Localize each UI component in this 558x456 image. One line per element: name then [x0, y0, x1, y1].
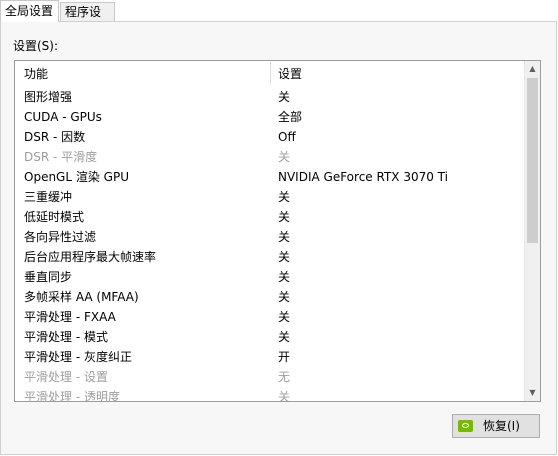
table-row: 平滑处理 - 设置 无 [15, 367, 526, 387]
table-row: DSR - 平滑度 关 [15, 147, 526, 167]
feature-value[interactable]: 全部 [278, 107, 302, 127]
feature-value: 无 [278, 370, 291, 384]
feature-name: DSR - 因数 [24, 130, 86, 144]
table-row[interactable]: OpenGL 渲染 GPU NVIDIA GeForce RTX 3070 Ti [15, 167, 526, 187]
table-row[interactable]: 低延时模式 关 [15, 207, 526, 227]
nvidia-logo-icon [458, 420, 473, 432]
column-separator[interactable] [270, 62, 271, 84]
feature-value[interactable]: 关 [278, 307, 290, 327]
feature-value: 关 [278, 150, 291, 164]
feature-value[interactable]: 关 [278, 87, 290, 107]
list-header: 功能 设置 [15, 61, 526, 85]
feature-name: CUDA - GPUs [24, 110, 102, 124]
table-row[interactable]: CUDA - GPUs 全部 [15, 107, 526, 127]
table-row[interactable]: 平滑处理 - 灰度纠正 开 [15, 347, 526, 367]
feature-name: 平滑处理 - 灰度纠正 [24, 350, 132, 364]
feature-name: 多帧采样 AA (MFAA) [24, 290, 139, 304]
table-row[interactable]: 多帧采样 AA (MFAA) 关 [15, 287, 526, 307]
settings-rows: 图形增强关 CUDA - GPUs 全部 DSR - 因数 Off DSR - 平滑… [15, 87, 526, 402]
feature-name: 后台应用程序最大帧速率 [24, 250, 157, 264]
feature-value[interactable]: 关 [278, 207, 290, 227]
restore-button[interactable]: 恢复(I) [452, 414, 540, 438]
tab-global-settings[interactable]: 全局设置 [0, 0, 59, 22]
feature-value[interactable]: 关 [278, 247, 290, 267]
table-row[interactable]: 垂直同步 关 [15, 267, 526, 287]
settings-list: 功能 设置 图形增强关 CUDA - GPUs 全部 DSR - 因数 Off DS… [14, 60, 541, 402]
feature-value[interactable]: 开 [278, 347, 290, 367]
feature-value[interactable]: 关 [278, 227, 290, 247]
feature-name: 平滑处理 - 透明度 [24, 390, 120, 402]
restore-button-label: 恢复(I) [483, 419, 520, 433]
table-row[interactable]: DSR - 因数 Off [15, 127, 526, 147]
feature-name: 垂直同步 [24, 270, 73, 284]
feature-name: 平滑处理 - 模式 [24, 330, 108, 344]
feature-name: 三重缓冲 [24, 190, 73, 204]
feature-name: 图形增强 [24, 90, 73, 104]
tab-bar: 全局设置 程序设置 [0, 0, 558, 38]
feature-value[interactable]: 关 [278, 187, 290, 207]
table-row[interactable]: 各向异性过滤 关 [15, 227, 526, 247]
feature-name: 平滑处理 - FXAA [24, 310, 116, 324]
feature-value[interactable]: NVIDIA GeForce RTX 3070 Ti [278, 167, 448, 187]
tab-program-settings[interactable]: 程序设置 [60, 2, 115, 38]
table-row[interactable]: 图形增强 关 [15, 87, 526, 107]
feature-value: 关 [278, 390, 291, 402]
table-row[interactable]: 平滑处理 - 模式 关 [15, 327, 526, 347]
settings-label: 设置(S): [13, 39, 59, 53]
table-row: 平滑处理 - 透明度 关 [15, 387, 526, 402]
feature-name: DSR - 平滑度 [24, 150, 98, 164]
feature-name: OpenGL 渲染 GPU [24, 170, 129, 184]
feature-name: 低延时模式 [24, 210, 85, 224]
feature-value[interactable]: 关 [278, 327, 290, 347]
scroll-up-arrow-icon[interactable]: ▲ [525, 61, 540, 77]
vertical-scrollbar[interactable]: ▲ ▼ [524, 61, 540, 401]
column-header-setting[interactable]: 设置 [278, 65, 302, 82]
table-row[interactable]: 三重缓冲 关 [15, 187, 526, 207]
column-header-feature[interactable]: 功能 [24, 65, 48, 82]
table-row[interactable]: 后台应用程序最大帧速率 关 [15, 247, 526, 267]
table-row[interactable]: 平滑处理 - FXAA 关 [15, 307, 526, 327]
feature-value[interactable]: 关 [278, 287, 290, 307]
scrollbar-thumb[interactable] [527, 78, 538, 243]
feature-value[interactable]: 关 [278, 267, 290, 287]
feature-name: 各向异性过滤 [24, 230, 97, 244]
scroll-down-arrow-icon[interactable]: ▼ [525, 385, 540, 401]
feature-name: 平滑处理 - 设置 [24, 370, 108, 384]
feature-value[interactable]: Off [278, 127, 296, 147]
